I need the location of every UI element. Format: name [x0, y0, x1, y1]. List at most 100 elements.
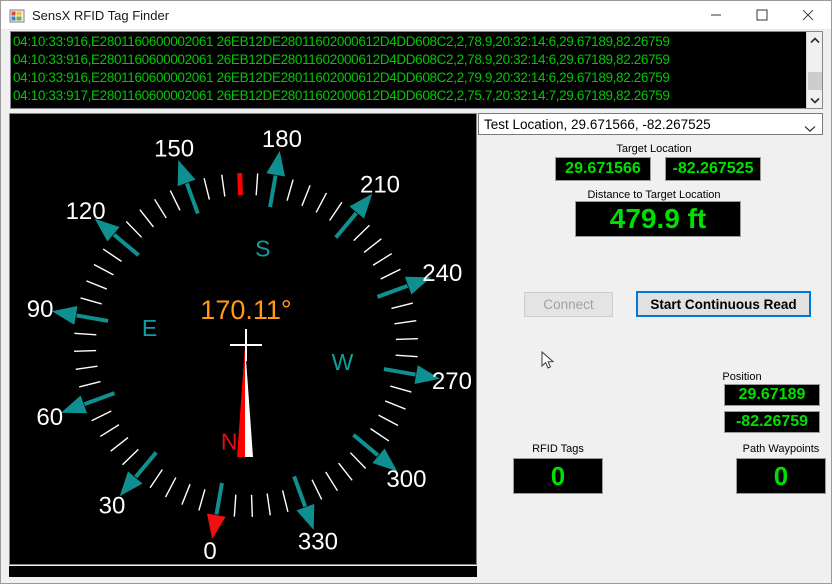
window-title: SensX RFID Tag Finder [32, 8, 170, 23]
minor-tick [125, 221, 143, 238]
minor-tick [250, 494, 254, 517]
log-scrollbar[interactable] [806, 32, 822, 108]
minor-tick [80, 297, 102, 305]
compass-ring-label: 330 [298, 528, 338, 555]
compass-cardinal-E: E [142, 315, 157, 341]
connect-button[interactable]: Connect [524, 292, 613, 317]
distance-caption: Distance to Target Location [587, 189, 721, 201]
compass-ring-label: 60 [36, 404, 63, 431]
compass-cardinal-N: N [221, 429, 238, 455]
minor-tick [266, 493, 271, 516]
target-bearing-tick [237, 173, 243, 196]
chevron-down-icon[interactable] [804, 120, 816, 138]
application-window: SensX RFID Tag Finder 04:10:33:916,E2801… [0, 0, 832, 584]
bearing-marker [61, 395, 88, 414]
title-bar: SensX RFID Tag Finder [1, 1, 831, 30]
minor-tick [75, 365, 98, 370]
major-tick [214, 482, 224, 515]
minor-tick [315, 192, 328, 213]
major-tick [83, 391, 116, 407]
app-window-icon [9, 8, 25, 24]
major-tick [268, 175, 278, 208]
compass-cardinal-S: S [255, 236, 270, 262]
minor-tick [93, 263, 114, 276]
minor-tick [139, 209, 154, 228]
rfid-log-textbox[interactable]: 04:10:33:916,E2801160600002061 26EB12DE2… [10, 31, 823, 109]
minor-tick [86, 280, 108, 290]
north-marker [207, 513, 226, 540]
minor-tick [395, 354, 418, 358]
compass-cardinal-W: W [332, 349, 354, 375]
major-tick [292, 475, 308, 508]
center-crosshair [230, 329, 262, 361]
minor-tick [74, 332, 97, 336]
minor-tick [325, 471, 339, 492]
log-scroll-down-button[interactable] [807, 92, 822, 108]
major-tick [134, 451, 158, 479]
maximize-icon [756, 9, 768, 21]
compass-display[interactable]: 0 30 60 90 120 150 180 210 240 270 300 330 N E S W 170… [9, 113, 477, 565]
distance-display: 479.9 ft [575, 201, 741, 237]
minor-tick [395, 337, 418, 341]
path-waypoints-display: 0 [736, 458, 826, 494]
minor-tick [394, 320, 417, 325]
major-tick [334, 211, 358, 239]
bottom-clipped-panel [9, 566, 477, 577]
rfid-log-line-1: 04:10:33:916,E2801160600002061 26EB12DE2… [13, 52, 670, 67]
bearing-marker [177, 160, 196, 187]
maximize-button[interactable] [739, 1, 785, 29]
minor-tick [153, 198, 167, 219]
bearing-marker [266, 150, 285, 177]
minor-tick [198, 489, 206, 511]
chevron-down-icon [810, 97, 820, 104]
chevron-up-icon [810, 37, 820, 44]
minor-tick [378, 414, 399, 427]
major-tick [376, 283, 409, 299]
bearing-marker [51, 306, 78, 325]
minor-tick [233, 494, 237, 517]
compass-ring-label: 210 [360, 172, 400, 199]
minor-tick [203, 178, 211, 200]
minor-tick [110, 437, 129, 452]
compass-svg: 0 30 60 90 120 150 180 210 240 270 300 330 N E S W 170… [27, 126, 472, 564]
minor-tick [329, 201, 343, 221]
position-latitude-display: 29.67189 [724, 384, 820, 406]
compass-ring-label: 90 [27, 296, 54, 323]
minor-tick [79, 380, 101, 388]
close-button[interactable] [785, 1, 831, 29]
compass-ring-label: 30 [99, 492, 126, 519]
path-waypoints-caption: Path Waypoints [742, 443, 820, 455]
minor-tick [74, 349, 97, 353]
major-tick [76, 313, 109, 323]
minor-tick [169, 190, 181, 211]
minor-tick [370, 428, 390, 442]
start-continuous-read-button[interactable]: Start Continuous Read [636, 291, 811, 317]
rfid-log-line-0: 04:10:33:916,E2801160600002061 26EB12DE2… [13, 34, 670, 49]
minor-tick [311, 479, 323, 500]
major-tick [112, 233, 140, 257]
minor-tick [102, 248, 122, 262]
rfid-log-line-2: 04:10:33:916,E2801160600002061 26EB12DE2… [13, 70, 670, 85]
minor-tick [149, 469, 163, 489]
rfid-tags-caption: RFID Tags [532, 443, 584, 455]
compass-ring-label: 270 [432, 368, 472, 395]
location-select[interactable]: Test Location, 29.671566, -82.267525 [478, 113, 823, 135]
minor-tick [99, 424, 120, 438]
compass-ring-label: 240 [422, 260, 462, 287]
minor-tick [384, 400, 406, 410]
minor-tick [221, 174, 226, 197]
minor-tick [363, 238, 382, 253]
compass-ring-label: 120 [66, 198, 106, 225]
position-caption: Position [722, 371, 762, 383]
heading-needle [237, 345, 253, 457]
minor-tick [349, 452, 367, 469]
major-tick [184, 182, 200, 215]
minor-tick [286, 179, 294, 201]
minor-tick [164, 477, 177, 498]
mouse-cursor-icon [541, 350, 555, 376]
target-longitude-display: -82.267525 [665, 157, 761, 181]
minimize-button[interactable] [693, 1, 739, 29]
rfid-log-line-3: 04:10:33:917,E2801160600002061 26EB12DE2… [13, 88, 670, 103]
log-scroll-thumb[interactable] [808, 72, 822, 90]
log-scroll-up-button[interactable] [807, 32, 822, 48]
